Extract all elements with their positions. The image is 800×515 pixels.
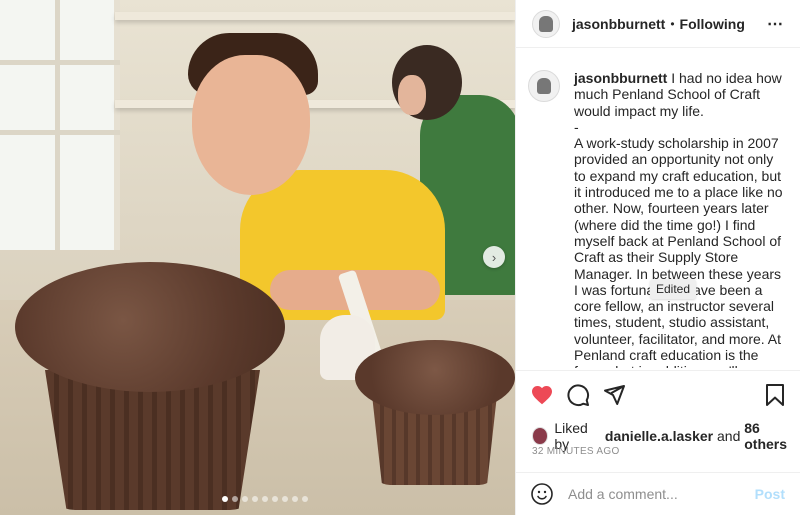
carousel-dot [232, 496, 238, 502]
carousel-indicator [222, 496, 308, 502]
more-options-icon[interactable]: ⋯ [767, 14, 784, 34]
post-sidebar: jasonbburnett • Following ⋯ jasonbburnet… [515, 0, 800, 515]
heart-icon [532, 385, 552, 404]
edited-tooltip: Edited [650, 279, 697, 299]
carousel-dot [222, 496, 228, 502]
paper-plane-icon [604, 384, 625, 405]
carousel-dot [252, 496, 258, 502]
comment-button[interactable] [562, 379, 594, 411]
save-button[interactable] [759, 379, 791, 411]
carousel-dot [302, 496, 308, 502]
carousel-dot [282, 496, 288, 502]
avatar[interactable] [532, 9, 560, 38]
post-comment-button[interactable]: Post [755, 486, 785, 502]
emoji-icon[interactable] [530, 482, 554, 506]
chevron-right-icon: › [491, 249, 497, 265]
add-comment-bar: Post [516, 472, 800, 515]
caption-username[interactable]: jasonbburnett [574, 70, 667, 86]
share-button[interactable] [598, 379, 630, 411]
liker-avatar[interactable] [532, 427, 549, 445]
instagram-post: › jasonbburnett • Following ⋯ jasonbburn… [0, 0, 800, 515]
action-bar [516, 370, 800, 418]
liker-username[interactable]: danielle.a.lasker [605, 428, 713, 444]
carousel-dot [242, 496, 248, 502]
comment-icon [567, 383, 590, 406]
carousel-next-button[interactable]: › [483, 246, 505, 268]
likes-others-link[interactable]: 86 others [744, 420, 800, 452]
bookmark-icon [766, 383, 784, 406]
post-media[interactable]: › [0, 0, 515, 515]
caption: jasonbburnett I had no idea how much Pen… [516, 56, 800, 368]
caption-text: I had no idea how much Penland School of… [574, 70, 783, 368]
carousel-dot [272, 496, 278, 502]
carousel-dot [262, 496, 268, 502]
caption-body: jasonbburnett I had no idea how much Pen… [574, 70, 785, 368]
following-button[interactable]: Following [680, 16, 745, 32]
photo [0, 0, 515, 515]
header-username[interactable]: jasonbburnett [572, 16, 665, 32]
carousel-dot [292, 496, 298, 502]
caption-avatar[interactable] [528, 70, 560, 102]
comment-input[interactable] [568, 486, 755, 502]
like-button[interactable] [526, 379, 558, 411]
post-header: jasonbburnett • Following ⋯ [516, 0, 800, 48]
post-timestamp[interactable]: 32 MINUTES AGO [532, 446, 620, 457]
likes-conjunction: and [717, 428, 741, 444]
header-separator: • [670, 16, 675, 31]
